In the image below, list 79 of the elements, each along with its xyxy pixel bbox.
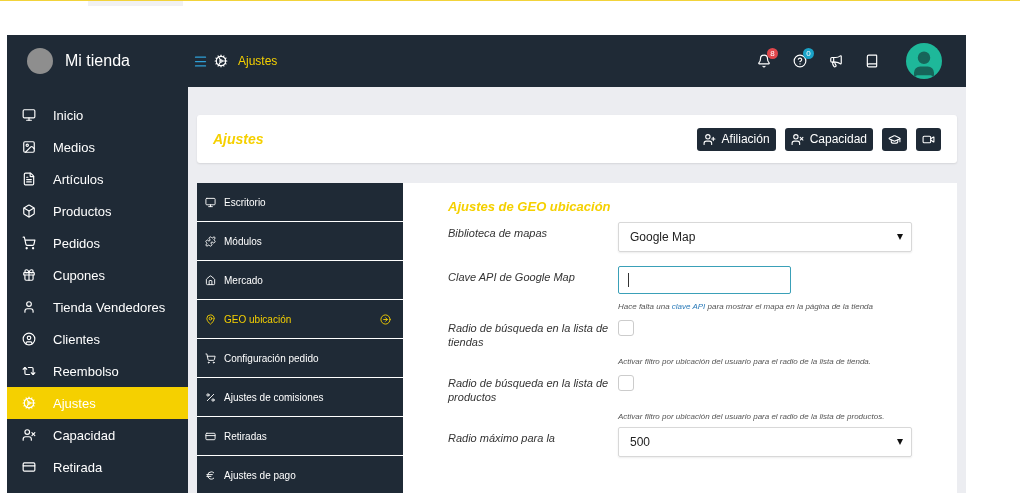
user-icon	[790, 132, 804, 146]
graduation-cap-icon	[888, 132, 901, 146]
sidebar-icon	[22, 140, 36, 154]
graduation-cap-button[interactable]	[882, 127, 907, 151]
sidebar-icon	[22, 300, 36, 314]
sidebar-item[interactable]: Retirada	[7, 451, 188, 483]
settings-menu-item[interactable]: Ajustes de pago	[197, 456, 403, 493]
help-icon	[793, 54, 807, 68]
header-button[interactable]: Afiliación	[696, 127, 776, 151]
checkbox[interactable]	[618, 320, 634, 336]
sidebar-item[interactable]: Clientes	[7, 323, 188, 355]
field-label: Radio máximo para la	[448, 431, 556, 446]
book-icon	[865, 54, 879, 68]
arrow-circle-icon	[380, 313, 391, 325]
bell-icon	[757, 54, 771, 68]
text-cursor	[628, 273, 629, 287]
sidebar-icon	[22, 460, 36, 474]
caret-icon	[897, 439, 903, 445]
input-field[interactable]	[618, 266, 791, 294]
sidebar-item[interactable]: Productos	[7, 195, 188, 227]
menu-item-icon	[205, 469, 216, 481]
sidebar-item[interactable]: Medios	[7, 131, 188, 163]
sidebar-item[interactable]: Reembolso	[7, 355, 188, 387]
sidebar-item[interactable]: Inicio	[7, 99, 188, 131]
settings-menu-item[interactable]: Módulos	[197, 222, 403, 261]
sidebar-icon	[22, 268, 36, 282]
user-avatar[interactable]	[906, 43, 942, 79]
settings-menu-item[interactable]: GEO ubicación	[197, 300, 403, 339]
settings-menu-item[interactable]: Retiradas	[197, 417, 403, 456]
api-key-link[interactable]: clave API	[671, 302, 706, 311]
field-label: Radio de búsqueda en la lista de tiendas	[448, 321, 610, 349]
sidebar-icon	[22, 236, 36, 250]
sidebar-icon	[22, 204, 36, 218]
count-badge: 0	[803, 48, 814, 59]
page-title: Ajustes	[213, 131, 264, 147]
sidebar-icon	[22, 364, 36, 378]
menu-icon[interactable]	[193, 53, 208, 69]
select-field[interactable]: 500	[618, 427, 912, 457]
menu-item-icon	[205, 274, 216, 286]
sidebar-item[interactable]: Artículos	[7, 163, 188, 195]
count-badge: 8	[767, 48, 778, 59]
header-button[interactable]: Capacidad	[784, 127, 873, 151]
select-field[interactable]: Google Map	[618, 222, 912, 252]
field-label: Biblioteca de mapas	[448, 226, 549, 241]
help-text: Activar filtro por ubicación del usuario para el radio de la lista de tienda.	[618, 356, 873, 368]
menu-item-icon	[205, 313, 216, 325]
field-label: Radio de búsqueda en la lista de productos	[448, 376, 610, 404]
help-text: Hace falta una clave API para mostrar el mapa en la página de la tienda	[618, 301, 874, 313]
megaphone-icon	[829, 54, 843, 68]
gears-icon	[214, 54, 228, 68]
video-button[interactable]	[916, 127, 941, 151]
sidebar-item[interactable]: Capacidad	[7, 419, 188, 451]
logo-icon	[27, 48, 53, 74]
settings-menu-item[interactable]: Escritorio	[197, 183, 403, 222]
menu-item-icon	[205, 352, 216, 364]
sidebar-item[interactable]: Pedidos	[7, 227, 188, 259]
notifications-button[interactable]: 8	[757, 48, 778, 68]
field-label: Clave API de Google Map	[448, 270, 576, 285]
help-text: Activar filtro por ubicación del usuario para el radio de la lista de productos.	[618, 411, 886, 423]
sidebar-icon	[22, 332, 36, 346]
sidebar-item[interactable]: Cupones	[7, 259, 188, 291]
caret-icon	[897, 234, 903, 240]
breadcrumb: Ajustes	[238, 54, 278, 68]
user-icon	[702, 132, 716, 146]
sidebar-item[interactable]: Tienda Vendedores	[7, 291, 188, 323]
store-name: Mi tienda	[65, 52, 130, 70]
menu-item-icon	[205, 391, 216, 403]
sidebar-icon	[22, 172, 36, 186]
menu-item-icon	[205, 196, 216, 208]
sidebar-icon	[22, 396, 36, 410]
sidebar-icon	[22, 108, 36, 122]
menu-item-icon	[205, 235, 216, 247]
settings-menu-item[interactable]: Ajustes de comisiones	[197, 378, 403, 417]
settings-menu-item[interactable]: Mercado	[197, 261, 403, 300]
sidebar-icon	[22, 428, 36, 442]
section-title: Ajustes de GEO ubicación	[448, 199, 612, 214]
checkbox[interactable]	[618, 375, 634, 391]
menu-item-icon	[205, 430, 216, 442]
settings-menu-item[interactable]: Configuración pedido	[197, 339, 403, 378]
